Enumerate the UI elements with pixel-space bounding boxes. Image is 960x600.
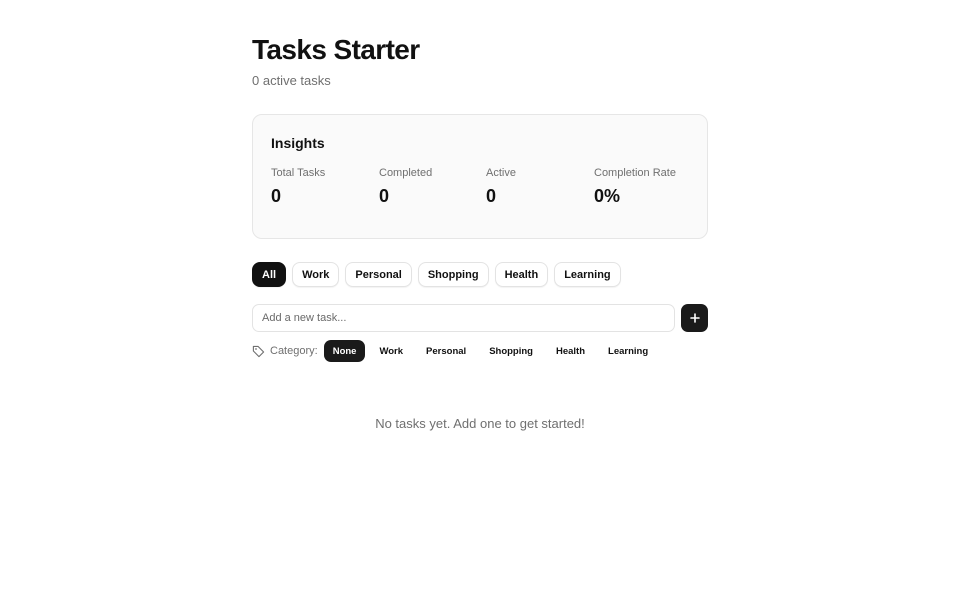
filter-shopping[interactable]: Shopping (417, 262, 489, 287)
category-option-shopping[interactable]: Shopping (480, 340, 542, 362)
filter-learning[interactable]: Learning (554, 262, 621, 287)
stat-label: Total Tasks (271, 167, 326, 179)
stat-total-tasks: Total Tasks 0 (271, 166, 379, 207)
page-title: Tasks Starter (252, 34, 420, 65)
filter-personal[interactable]: Personal (345, 262, 412, 287)
filter-work[interactable]: Work (292, 262, 340, 287)
stat-completion-rate: Completion Rate 0% (594, 166, 702, 207)
filter-all[interactable]: All (252, 262, 287, 287)
empty-state-message: No tasks yet. Add one to get started! (375, 416, 585, 431)
category-filter-bar: All Work Personal Shopping Health Learni… (252, 262, 621, 287)
active-task-count: 0 active tasks (252, 73, 331, 88)
category-option-none[interactable]: None (323, 340, 366, 362)
add-task-row (252, 304, 708, 332)
stat-value: 0% (594, 186, 621, 206)
add-task-button[interactable] (681, 304, 708, 332)
category-option-work[interactable]: Work (370, 340, 412, 362)
tag-icon (252, 345, 265, 358)
stat-active: Active 0 (486, 166, 594, 207)
stat-value: 0 (486, 186, 497, 206)
stat-label: Completion Rate (594, 167, 676, 179)
stat-label: Active (486, 167, 516, 179)
new-task-input[interactable] (252, 304, 675, 332)
insights-card: Insights Total Tasks 0 Completed 0 Activ… (252, 114, 708, 239)
stat-value: 0 (271, 186, 282, 206)
stat-value: 0 (379, 186, 390, 206)
stat-completed: Completed 0 (379, 166, 487, 207)
stat-label: Completed (379, 167, 433, 179)
filter-health[interactable]: Health (494, 262, 549, 287)
category-selector: Category: None Work Personal Shopping He… (252, 340, 662, 362)
category-option-health[interactable]: Health (547, 340, 594, 362)
plus-icon (689, 313, 700, 323)
category-option-personal[interactable]: Personal (417, 340, 475, 362)
category-option-learning[interactable]: Learning (599, 340, 657, 362)
category-label: Category: (270, 345, 318, 357)
insights-title: Insights (271, 135, 325, 151)
